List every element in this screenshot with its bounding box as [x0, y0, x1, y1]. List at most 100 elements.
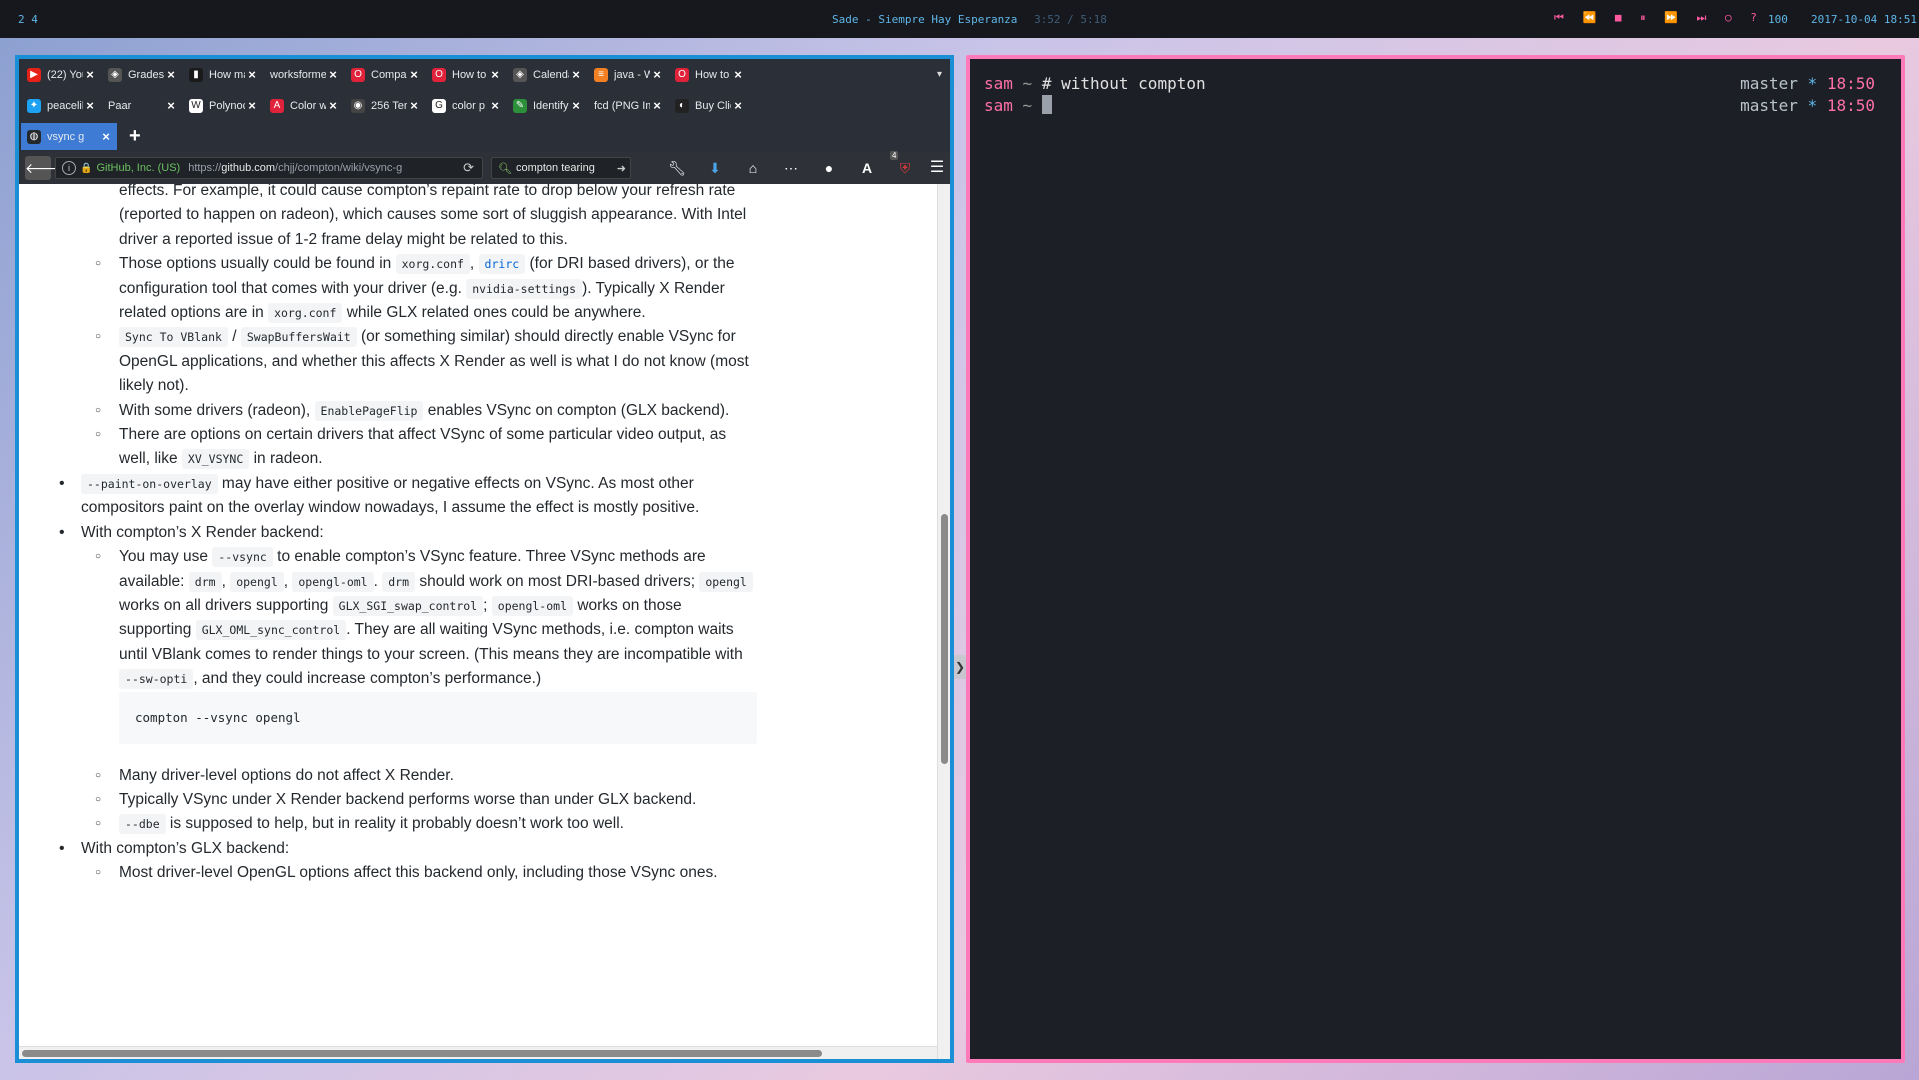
terminal-line: sam ~ — [984, 95, 1052, 117]
close-tab-icon[interactable]: × — [164, 98, 178, 113]
browser-tab[interactable]: ◍ vsync g × — [21, 123, 117, 150]
clock: 2017-10-04 18:51 — [1811, 13, 1917, 26]
ublock-icon[interactable]: ⛨ — [895, 158, 915, 178]
prompt-dir: ~ — [1022, 74, 1033, 93]
terminal-window[interactable]: sam ~ # without compton master * 18:50 s… — [966, 55, 1905, 1063]
browser-tab[interactable]: ◈ Grades × — [102, 61, 182, 88]
search-go-icon[interactable]: ➜ — [617, 162, 626, 175]
prompt-time: 18:50 — [1826, 74, 1875, 93]
font-addon-icon[interactable]: A — [857, 158, 877, 178]
browser-tab[interactable]: W Polynoc × — [183, 92, 263, 119]
browser-tab[interactable]: Paar × — [102, 92, 182, 119]
close-tab-icon[interactable]: × — [407, 98, 421, 113]
git-branch: master — [1740, 96, 1798, 115]
prompt-user: sam — [984, 96, 1013, 115]
tab-label: Grades — [128, 68, 164, 81]
drirc-link[interactable]: drirc — [478, 254, 526, 275]
browser-tab[interactable]: ✦ peacelil × — [21, 92, 101, 119]
browser-tab[interactable]: O How to × — [426, 61, 506, 88]
song-title: Sade - Siempre Hay Esperanza — [832, 13, 1018, 26]
close-tab-icon[interactable]: × — [83, 98, 97, 113]
docs-icon: ▮ — [189, 67, 203, 82]
list-item: --dbe is supposed to help, but in realit… — [57, 812, 757, 837]
close-tab-icon[interactable]: × — [650, 98, 664, 113]
stackoverflow-icon: ≡ — [594, 67, 608, 82]
close-tab-icon[interactable]: × — [488, 67, 502, 82]
close-tab-icon[interactable]: × — [164, 67, 178, 82]
prompt-dir: ~ — [1022, 96, 1033, 115]
gitlab-icon: ◈ — [513, 67, 527, 82]
circle-addon-icon[interactable]: ● — [819, 158, 839, 178]
prompt-symbol: # — [1041, 74, 1052, 93]
close-tab-icon[interactable]: × — [245, 67, 259, 82]
scrollbar-thumb[interactable] — [22, 1050, 822, 1057]
right-prompt: master * 18:50 — [1740, 73, 1875, 95]
media-controls[interactable]: ⏮ ⏪ ■ ⏸ ⏩ ⏭ ○ ? — [1554, 11, 1763, 25]
list-item: Most driver-level OpenGL options affect … — [57, 861, 757, 886]
browser-tab[interactable]: fcd (PNG Im × — [588, 92, 668, 119]
reload-icon[interactable]: ⟳ — [463, 160, 474, 176]
tab-label: Paar — [108, 99, 132, 112]
url-bar[interactable]: i 🔒 GitHub, Inc. (US) https://github.com… — [55, 157, 483, 179]
close-tab-icon[interactable]: × — [488, 98, 502, 113]
close-tab-icon[interactable]: × — [569, 98, 583, 113]
list-item: There are options on certain drivers tha… — [57, 423, 757, 472]
close-tab-icon[interactable]: × — [245, 98, 259, 113]
browser-tab[interactable]: ✎ Identify × — [507, 92, 587, 119]
workspace-indicator[interactable]: 2 4 — [18, 13, 38, 26]
git-dirty-marker: * — [1807, 74, 1818, 93]
page-content: effects. For example, it could cause com… — [19, 184, 950, 1059]
tab-label: Buy Clic — [695, 99, 731, 112]
resize-handle[interactable]: ❯ — [954, 655, 966, 679]
home-icon[interactable]: ⌂ — [743, 158, 763, 178]
browser-tab[interactable]: ◈ Calenda× — [507, 61, 587, 88]
tab-label: 256 Ter — [371, 99, 407, 112]
scrollbar-thumb[interactable] — [941, 514, 948, 764]
prompt-user: sam — [984, 74, 1013, 93]
vertical-scrollbar[interactable] — [937, 184, 950, 1059]
hamburger-menu-icon[interactable]: ☰ — [927, 158, 947, 178]
browser-tab[interactable]: A Color wi × — [264, 92, 344, 119]
close-tab-icon[interactable]: × — [731, 67, 745, 82]
close-tab-icon[interactable]: × — [83, 67, 97, 82]
lock-icon: 🔒 — [80, 162, 93, 174]
browser-tab[interactable]: Gcolor p × — [426, 92, 506, 119]
overflow-icon[interactable]: ⋯ — [781, 158, 801, 178]
close-tab-icon[interactable]: × — [326, 67, 340, 82]
status-bar: 2 4 Sade - Siempre Hay Esperanza 3:52 / … — [0, 0, 1919, 38]
browser-tab[interactable]: ◉ 256 Ter × — [345, 92, 425, 119]
close-tab-icon[interactable]: × — [650, 67, 664, 82]
tab-label: Identify — [533, 99, 569, 112]
youtube-icon: ▶ — [27, 67, 41, 82]
new-tab-button[interactable]: + — [129, 125, 141, 148]
download-icon[interactable]: ⬇ — [705, 158, 725, 178]
close-tab-icon[interactable]: × — [731, 98, 745, 113]
wrench-icon[interactable]: 🔧︎ — [667, 158, 687, 178]
gitlab-icon: ◈ — [108, 67, 122, 82]
close-tab-icon[interactable]: × — [326, 98, 340, 113]
horizontal-scrollbar[interactable] — [19, 1046, 937, 1059]
close-tab-icon[interactable]: × — [407, 67, 421, 82]
list-item: Typically VSync under X Render backend p… — [57, 788, 757, 813]
browser-tab[interactable]: ▶ (22) You× — [21, 61, 101, 88]
close-tab-icon[interactable]: × — [99, 129, 113, 144]
search-bar[interactable]: 🔍︎ compton tearing ➜ — [491, 157, 631, 179]
browser-tab[interactable]: O Compar × — [345, 61, 425, 88]
list-item: Many driver-level options do not affect … — [57, 764, 757, 789]
tab-label: fcd (PNG Im — [594, 99, 650, 112]
article: effects. For example, it could cause com… — [57, 184, 757, 886]
browser-tab[interactable]: worksforme × — [264, 61, 344, 88]
tab-list-dropdown-icon[interactable]: ▾ — [937, 69, 942, 80]
tab-label: Compar — [371, 68, 407, 81]
url-text[interactable]: https://github.com/chjj/compton/wiki/vsy… — [188, 162, 458, 174]
browser-tab[interactable]: O How to × — [669, 61, 749, 88]
info-icon[interactable]: i — [62, 161, 76, 175]
close-tab-icon[interactable]: × — [569, 67, 583, 82]
app-icon: ◉ — [351, 98, 365, 113]
browser-tab[interactable]: ◐ Buy Clic× — [669, 92, 749, 119]
browser-tab[interactable]: ▮ How ma× — [183, 61, 263, 88]
volume-level[interactable]: 100 — [1768, 13, 1788, 26]
tab-label: Polynoc — [209, 99, 245, 112]
browser-tab[interactable]: ≡ java - W× — [588, 61, 668, 88]
back-button[interactable]: 🡐 — [25, 156, 63, 180]
